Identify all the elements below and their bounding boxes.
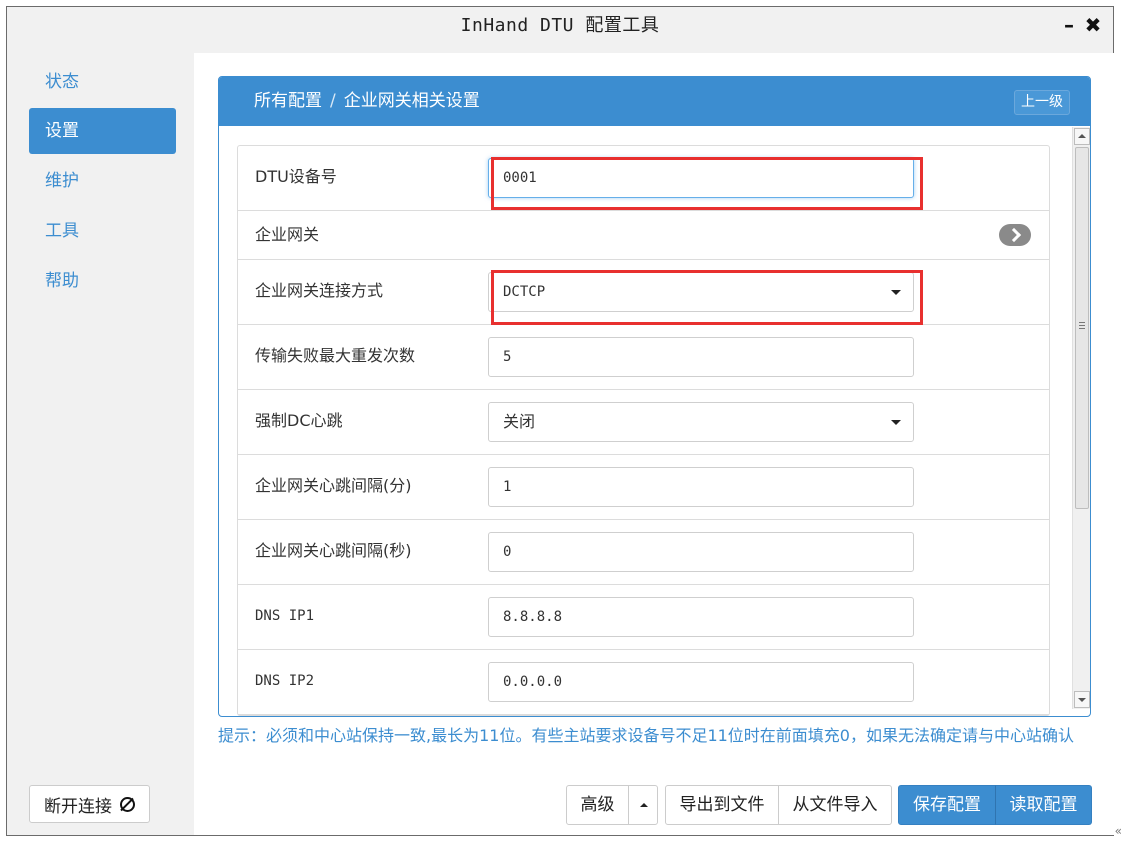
dns-ip2-input[interactable]: 0.0.0.0 <box>488 662 914 702</box>
form-row-dns2: DNS IP2 0.0.0.0 <box>238 650 1049 715</box>
max-retry-input[interactable]: 5 <box>488 337 914 377</box>
grip-icon <box>1079 322 1085 329</box>
sidebar-item-tools[interactable]: 工具 <box>29 208 176 254</box>
connect-mode-select[interactable]: DCTCP <box>488 272 914 312</box>
caret-up-icon <box>640 803 648 807</box>
form-row-force-heartbeat: 强制DC心跳 关闭 <box>238 390 1049 455</box>
form-table: DTU设备号 0001 企业网关 企业网关连接方式 DCTCP 传输失败最大重发… <box>237 145 1050 716</box>
section-label: 企业网关 <box>255 225 320 244</box>
advanced-button[interactable]: 高级 <box>566 785 629 825</box>
chevron-right-icon[interactable] <box>999 224 1031 246</box>
import-from-file-button[interactable]: 从文件导入 <box>778 785 892 825</box>
disconnect-label: 断开连接 <box>44 796 112 817</box>
hint-text: 提示：必须和中心站保持一致,最长为11位。有些主站要求设备号不足11位时在前面填… <box>218 726 1074 745</box>
heartbeat-seconds-input[interactable]: 0 <box>488 532 914 572</box>
caret-down-icon <box>891 420 901 425</box>
form-row-dns1: DNS IP1 8.8.8.8 <box>238 585 1049 650</box>
row-label: 企业网关心跳间隔(分) <box>255 476 412 495</box>
scroll-down-arrow-icon[interactable] <box>1074 691 1090 708</box>
sidebar-item-help[interactable]: 帮助 <box>29 258 176 304</box>
title-bar: InHand DTU 配置工具 – ✖ <box>7 7 1113 45</box>
caret-down-icon <box>891 290 901 295</box>
sidebar-item-status[interactable]: 状态 <box>29 59 176 105</box>
row-label: DNS IP2 <box>255 673 315 689</box>
settings-panel: 所有配置 / 企业网关相关设置 上一级 DTU设备号 0001 企业网关 企业网关连… <box>218 76 1091 717</box>
row-label: DNS IP1 <box>255 608 315 624</box>
dtu-id-input[interactable]: 0001 <box>488 158 914 198</box>
sidebar: 状态 设置 维护 工具 帮助 <box>7 45 194 835</box>
row-label: 传输失败最大重发次数 <box>255 346 416 365</box>
minimize-button[interactable]: – <box>1059 14 1079 36</box>
select-value: DCTCP <box>503 284 546 300</box>
scrollbar-thumb[interactable] <box>1075 147 1089 509</box>
form-area: DTU设备号 0001 企业网关 企业网关连接方式 DCTCP 传输失败最大重发… <box>237 145 1050 716</box>
row-label: 企业网关心跳间隔(秒) <box>255 541 412 560</box>
vertical-scrollbar[interactable] <box>1072 127 1090 709</box>
main-content: 所有配置 / 企业网关相关设置 上一级 DTU设备号 0001 企业网关 企业网关连… <box>194 53 1114 835</box>
select-value: 关闭 <box>503 412 536 431</box>
parent-level-button[interactable]: 上一级 <box>1014 90 1070 115</box>
breadcrumb-root[interactable]: 所有配置 <box>254 91 322 111</box>
breadcrumb-current: 企业网关相关设置 <box>343 91 480 111</box>
sidebar-item-maintenance[interactable]: 维护 <box>29 158 176 204</box>
close-button[interactable]: ✖ <box>1083 14 1103 36</box>
breadcrumb: 所有配置 / 企业网关相关设置 <box>254 77 480 126</box>
force-heartbeat-select[interactable]: 关闭 <box>488 402 914 442</box>
ban-icon <box>120 796 135 812</box>
scroll-up-arrow-icon[interactable] <box>1074 128 1090 145</box>
resize-grip-icon[interactable]: « <box>1115 824 1122 838</box>
row-label: 强制DC心跳 <box>255 411 343 430</box>
disconnect-button[interactable]: 断开连接 <box>29 785 150 823</box>
form-row-gateway-section: 企业网关 <box>238 211 1049 260</box>
row-label: DTU设备号 <box>255 167 337 186</box>
form-row-connect-mode: 企业网关连接方式 DCTCP <box>238 260 1049 325</box>
form-row-heartbeat-sec: 企业网关心跳间隔(秒) 0 <box>238 520 1049 585</box>
window-title: InHand DTU 配置工具 <box>460 15 660 36</box>
sidebar-item-settings[interactable]: 设置 <box>29 108 176 154</box>
dns-ip1-input[interactable]: 8.8.8.8 <box>488 597 914 637</box>
read-config-button[interactable]: 读取配置 <box>995 785 1092 825</box>
save-config-button[interactable]: 保存配置 <box>898 785 996 825</box>
breadcrumb-separator: / <box>330 91 336 111</box>
form-row-max-retry: 传输失败最大重发次数 5 <box>238 325 1049 390</box>
advanced-dropdown-button[interactable] <box>628 785 658 825</box>
form-row-dtu-id: DTU设备号 0001 <box>238 146 1049 211</box>
export-to-file-button[interactable]: 导出到文件 <box>665 785 779 825</box>
row-label: 企业网关连接方式 <box>255 281 384 300</box>
panel-header: 所有配置 / 企业网关相关设置 上一级 <box>219 77 1090 126</box>
form-row-heartbeat-min: 企业网关心跳间隔(分) 1 <box>238 455 1049 520</box>
heartbeat-minutes-input[interactable]: 1 <box>488 467 914 507</box>
app-window: InHand DTU 配置工具 – ✖ 状态 设置 维护 工具 帮助 断开连接 … <box>6 6 1114 836</box>
